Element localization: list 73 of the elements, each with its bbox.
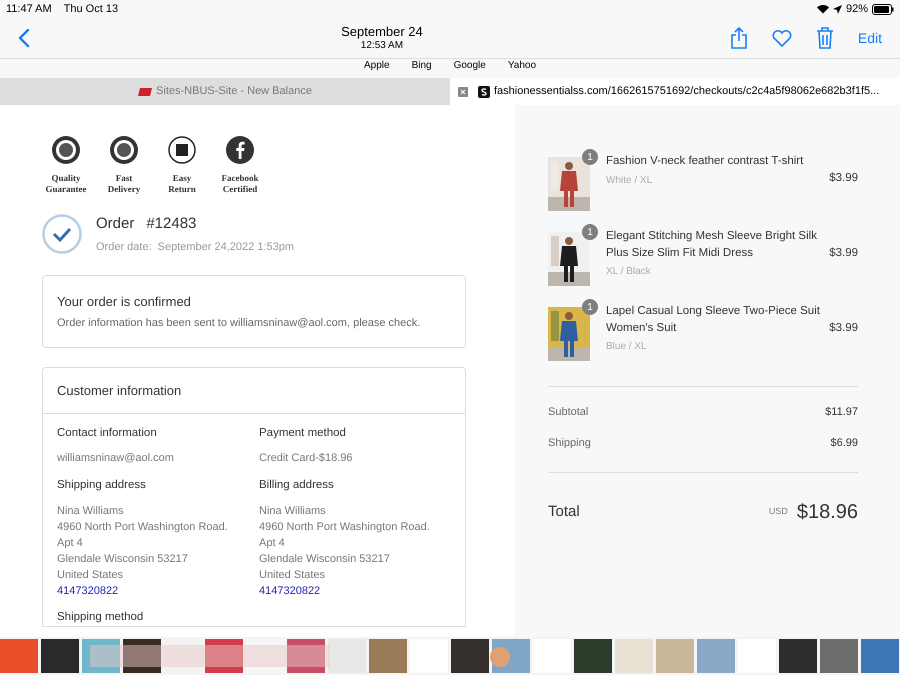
section-title: Contact information: [57, 426, 158, 441]
badge-label: Quality Guarantee: [46, 173, 86, 195]
item-name: Fashion V-neck feather contrast T-shirt: [606, 154, 804, 169]
share-button[interactable]: [730, 27, 748, 49]
nav-title: September 24: [341, 24, 423, 40]
customer-title: Customer information: [57, 382, 182, 400]
info-line: 4960 North Port Washington Road.: [259, 520, 431, 534]
item-variant: White / XL: [606, 174, 654, 188]
quantity-badge: 1: [582, 224, 598, 240]
badge-label: Facebook Certified: [222, 173, 258, 195]
facebook-icon: [225, 135, 255, 165]
total-value: $18.96: [796, 500, 858, 525]
close-icon[interactable]: [458, 86, 468, 96]
info-line: United States: [57, 568, 124, 582]
site-logo-icon: [138, 88, 152, 96]
status-time: 11:47 AM: [6, 2, 52, 17]
favorite-link[interactable]: Google: [454, 58, 486, 73]
info-line: Apt 4: [259, 536, 286, 550]
item-name: Lapel Casual Long Sleeve Two-Piece Suit Women's Suit: [606, 304, 821, 336]
favorite-link[interactable]: Bing: [412, 58, 432, 73]
order-number: #12483: [146, 214, 196, 234]
section-title: Billing address: [259, 478, 335, 494]
location-icon: [832, 4, 842, 14]
section-title: Payment method: [259, 426, 347, 441]
favorite-link[interactable]: Apple: [364, 58, 390, 73]
battery-icon: [872, 4, 894, 14]
summary-value: $6.99: [830, 436, 858, 450]
edit-button[interactable]: Edit: [858, 28, 882, 48]
info-line: Credit Card-$18.96: [259, 451, 354, 466]
quantity-badge: 1: [582, 149, 598, 165]
item-price: $3.99: [829, 321, 858, 336]
seal-icon: [51, 135, 81, 165]
section-title: Shipping address: [57, 478, 147, 494]
info-line: Nina Williams: [259, 504, 327, 518]
phone-link[interactable]: 4147320822: [57, 582, 118, 598]
currency-label: USD: [768, 505, 788, 518]
phone-link[interactable]: 4147320822: [259, 582, 320, 598]
info-line: United States: [259, 568, 326, 582]
summary-value: $11.97: [825, 405, 858, 420]
delete-button[interactable]: [816, 27, 834, 49]
info-line: Glendale Wisconsin 53217: [57, 552, 189, 566]
info-line: Glendale Wisconsin 53217: [259, 552, 391, 566]
confirmation-text: Order information has been sent to williamsninaw@aol.com, please check.: [57, 316, 422, 330]
battery-percent: 92%: [846, 2, 868, 17]
badge-label: Easy Return: [168, 173, 196, 195]
item-price: $3.99: [829, 171, 858, 186]
return-box-icon: [167, 135, 197, 165]
order-label: Order: [96, 214, 134, 234]
item-variant: XL / Black: [606, 265, 652, 279]
info-line: Apt 4: [57, 536, 84, 550]
total-label: Total: [548, 502, 581, 522]
summary-label: Subtotal: [548, 405, 588, 420]
favorite-button[interactable]: [772, 29, 792, 47]
item-variant: Blue / XL: [606, 340, 648, 354]
site-icon: [478, 86, 490, 98]
quantity-badge: 1: [582, 299, 598, 315]
section-title: Shipping method: [57, 610, 144, 624]
seal-icon: [109, 135, 139, 165]
summary-label: Shipping: [548, 436, 591, 450]
info-line: williamsninaw@aol.com: [57, 451, 175, 466]
confirmation-title: Your order is confirmed: [57, 293, 192, 311]
order-date: September 24,2022 1:53pm: [158, 240, 294, 254]
wifi-icon: [816, 4, 829, 14]
badge-label: Fast Delivery: [108, 173, 140, 195]
favorite-link[interactable]: Yahoo: [508, 58, 536, 73]
info-line: 4960 North Port Washington Road.: [57, 520, 229, 534]
info-line: Nina Williams: [57, 504, 125, 518]
nav-subtitle: 12:53 AM: [360, 40, 404, 52]
item-price: $3.99: [829, 246, 858, 261]
order-date-label: Order date:: [96, 240, 152, 254]
status-date: Thu Oct 13: [64, 2, 118, 17]
item-name: Elegant Stitching Mesh Sleeve Bright Silk Plus Size Slim Fit Midi Dress: [606, 229, 818, 260]
check-icon: [42, 214, 82, 254]
